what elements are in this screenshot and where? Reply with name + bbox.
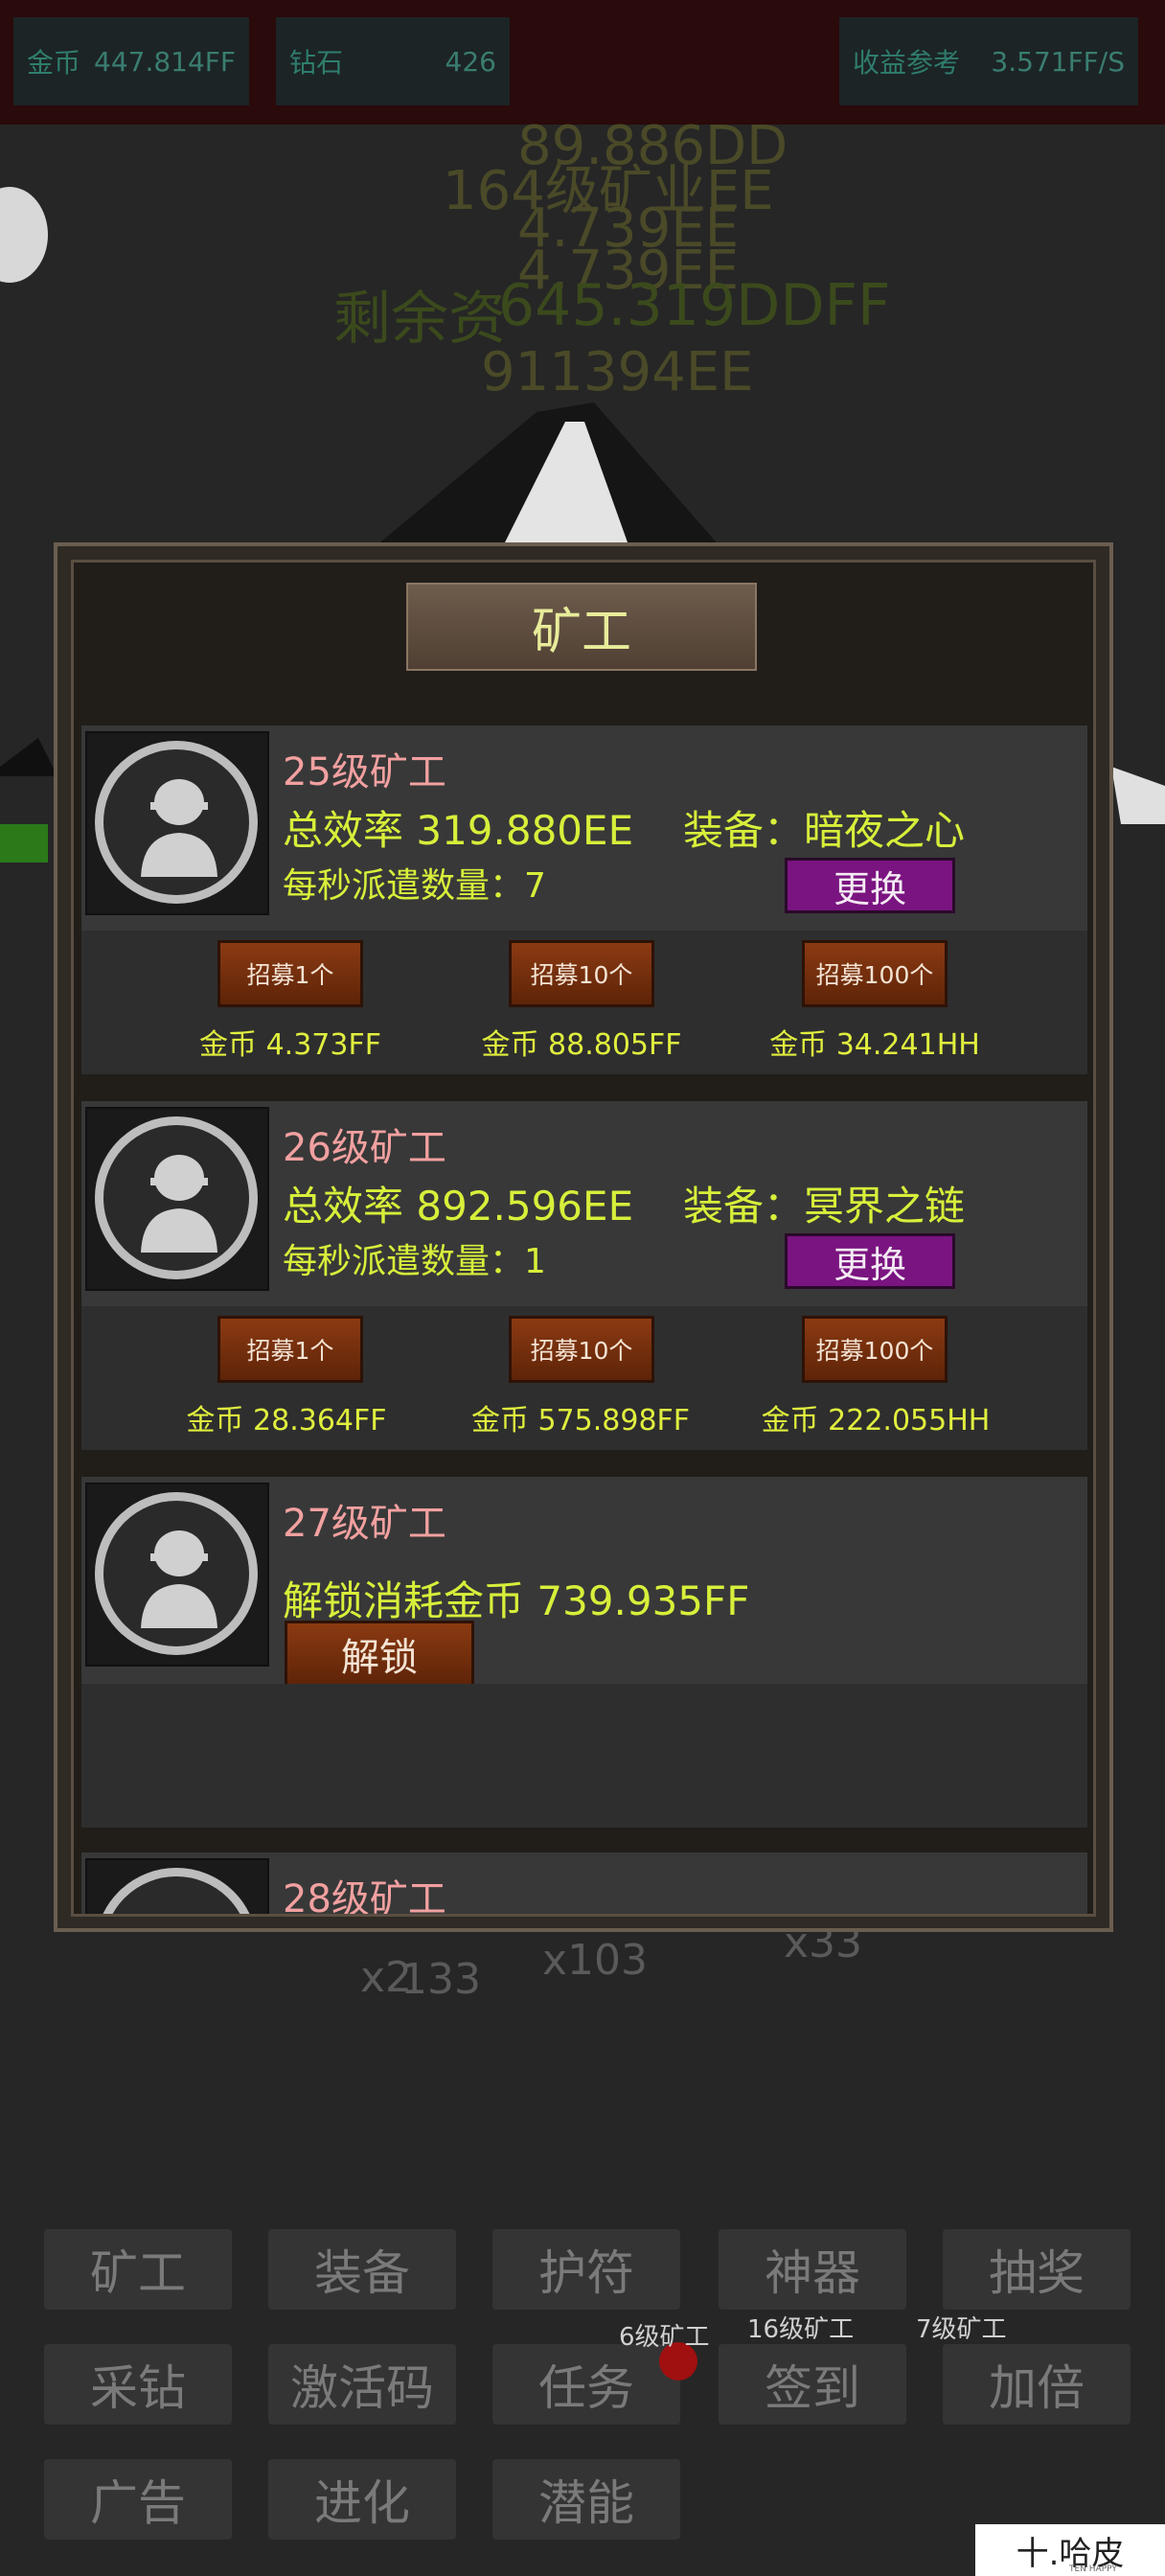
hire-1-button[interactable]: 招募1个: [217, 1316, 363, 1383]
diamond-label: 钻石: [289, 47, 344, 79]
hire-cost: 金币 4.373FF: [199, 1028, 381, 1062]
nav-diamond[interactable]: 采钻: [44, 2344, 232, 2425]
miner-card: 26级矿工 总效率 892.596EE 装备：冥界之链 每秒派遣数量：1 更换: [81, 1101, 1087, 1306]
miner-avatar-icon: [141, 779, 217, 877]
miner-portrait: [85, 1858, 269, 1914]
swap-equipment-button[interactable]: 更换: [785, 1233, 955, 1289]
hire-10-button[interactable]: 招募10个: [509, 1316, 654, 1383]
miner-level: 25级矿工: [283, 750, 446, 794]
nav-ads[interactable]: 广告: [44, 2459, 232, 2540]
mini-label: 16级矿工: [747, 2315, 855, 2344]
locked-miner-card: 27级矿工 解锁消耗金币 739.935FF 解锁: [81, 1477, 1087, 1688]
hire-1-button[interactable]: 招募1个: [217, 940, 363, 1007]
miner-equipment: 装备：暗夜之心: [683, 807, 966, 854]
miner-portrait: [85, 731, 269, 915]
unlock-button[interactable]: 解锁: [285, 1621, 474, 1688]
dialog-title: 矿工: [406, 583, 757, 671]
miner-card: 28级矿工: [81, 1852, 1087, 1917]
hire-cost: 金币 575.898FF: [470, 1404, 691, 1438]
hire-cost: 金币 222.055HH: [761, 1404, 991, 1438]
nav-equipment[interactable]: 装备: [268, 2229, 456, 2310]
gold-label: 金币: [27, 47, 81, 79]
nav-lottery[interactable]: 抽奖: [943, 2229, 1131, 2310]
mini-label: 7级矿工: [916, 2315, 1007, 2344]
miner-hire-row: 招募1个 招募10个 招募100个 金币 4.373FF 金币 88.805FF…: [81, 931, 1087, 1074]
hire-10-button[interactable]: 招募10个: [509, 940, 654, 1007]
diamond-value: 426: [445, 45, 496, 78]
floating-text: 剩余资: [333, 286, 506, 353]
income-stat: 收益参考 3.571FF/S: [839, 17, 1138, 105]
miner-avatar-icon: [141, 1530, 217, 1628]
locked-card-footer: [81, 1684, 1087, 1828]
swap-equipment-button[interactable]: 更换: [785, 858, 955, 913]
miner-dispatch: 每秒派遣数量：7: [283, 866, 546, 906]
hire-100-button[interactable]: 招募100个: [802, 1316, 948, 1383]
miner-hire-row: 招募1个 招募10个 招募100个 金币 28.364FF 金币 575.898…: [81, 1306, 1087, 1450]
miner-portrait: [85, 1107, 269, 1291]
counter-text: x103: [542, 1936, 649, 1985]
hire-cost: 金币 88.805FF: [481, 1028, 682, 1062]
nav-double[interactable]: 加倍: [943, 2344, 1131, 2425]
income-label: 收益参考: [853, 47, 961, 79]
mini-label: 6级矿工: [619, 2323, 710, 2352]
nav-checkin[interactable]: 签到: [719, 2344, 906, 2425]
miner-level: 28级矿工: [283, 1877, 446, 1917]
nav-amulet[interactable]: 护符: [492, 2229, 680, 2310]
diamond-stat: 钻石 426: [276, 17, 510, 105]
gold-value: 447.814FF: [94, 45, 236, 78]
miner-level: 26级矿工: [283, 1126, 446, 1170]
floating-text: 645.319DDFF: [498, 272, 891, 339]
hire-100-button[interactable]: 招募100个: [802, 940, 948, 1007]
mountain-icon: [364, 402, 728, 556]
nav-potential[interactable]: 潜能: [492, 2459, 680, 2540]
miner-efficiency: 总效率 892.596EE: [283, 1183, 634, 1230]
miner-level: 27级矿工: [283, 1502, 446, 1546]
nav-tasks[interactable]: 任务: [492, 2344, 680, 2425]
counter-text: 133: [400, 1955, 481, 2004]
income-value: 3.571FF/S: [991, 45, 1125, 78]
miner-card: 25级矿工 总效率 319.880EE 装备：暗夜之心 每秒派遣数量：7 更换: [81, 725, 1087, 931]
miner-efficiency: 总效率 319.880EE: [283, 807, 634, 854]
watermark-sub: TEN HAPPY: [1069, 2564, 1117, 2574]
nav-evolve[interactable]: 进化: [268, 2459, 456, 2540]
miner-portrait: [85, 1483, 269, 1667]
side-menu-icon[interactable]: [0, 187, 48, 283]
gold-stat: 金币 447.814FF: [13, 17, 249, 105]
miner-avatar-icon: [141, 1155, 217, 1253]
hire-cost: 金币 28.364FF: [186, 1404, 387, 1438]
nav-activation-code[interactable]: 激活码: [268, 2344, 456, 2425]
miner-equipment: 装备：冥界之链: [683, 1183, 966, 1230]
nav-miner[interactable]: 矿工: [44, 2229, 232, 2310]
unlock-cost: 解锁消耗金币 739.935FF: [283, 1577, 750, 1624]
hire-cost: 金币 34.241HH: [769, 1028, 980, 1062]
miner-dialog-inner: 25级矿工 总效率 319.880EE 装备：暗夜之心 每秒派遣数量：7 更换 …: [71, 560, 1096, 1917]
miner-dispatch: 每秒派遣数量：1: [283, 1242, 546, 1281]
nav-artifact[interactable]: 神器: [719, 2229, 906, 2310]
